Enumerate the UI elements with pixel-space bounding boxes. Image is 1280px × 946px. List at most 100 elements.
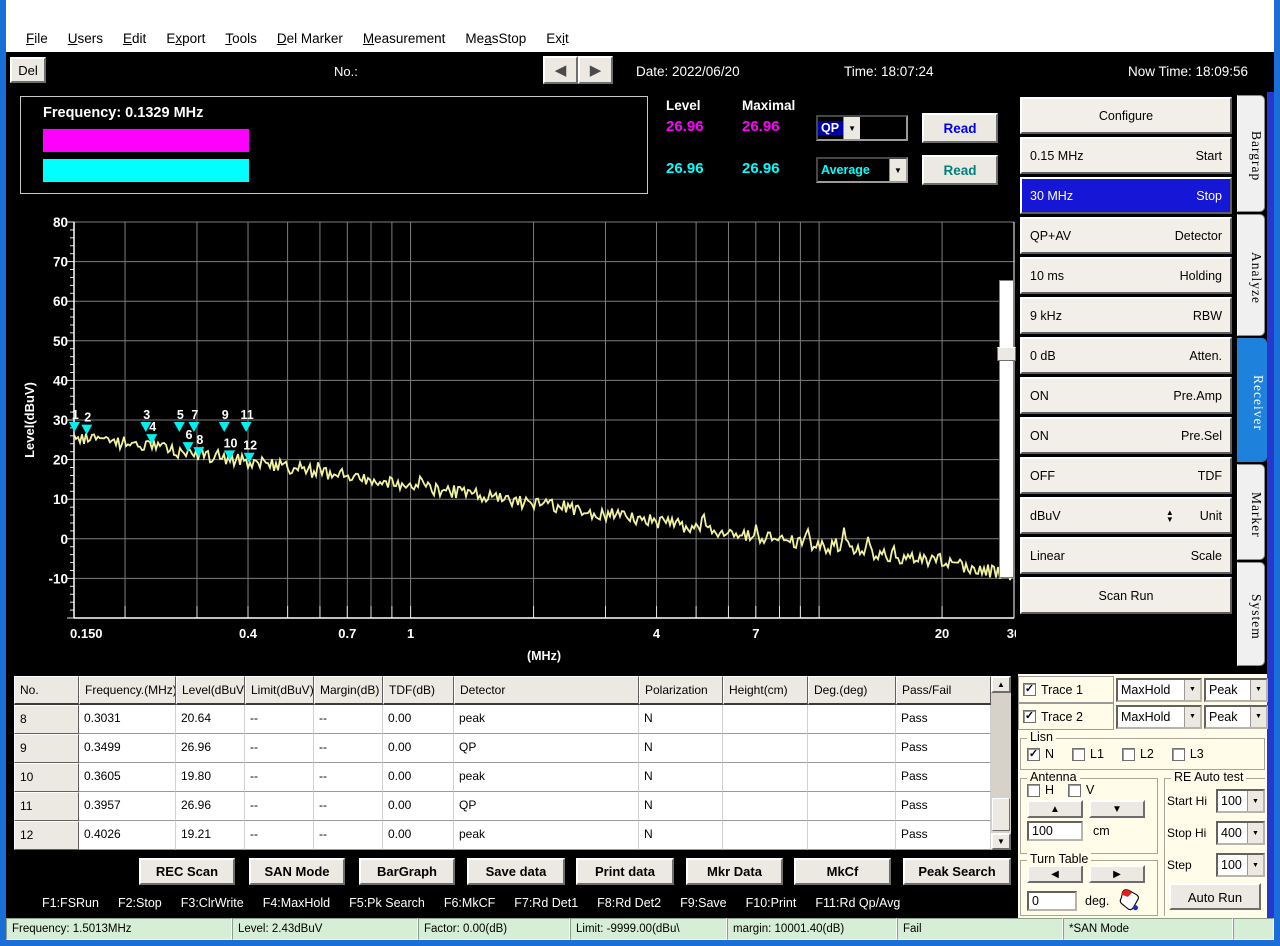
tab-receiver[interactable]: Receiver: [1237, 338, 1267, 462]
table-row[interactable]: 80.303120.64----0.00peakNPass: [14, 705, 1011, 734]
chevron-down-icon[interactable]: ▼: [1247, 823, 1263, 843]
detector-select[interactable]: Average▼: [816, 157, 908, 183]
re-auto-select[interactable]: 400▼: [1216, 821, 1265, 845]
menu-item-users[interactable]: Users: [58, 29, 113, 48]
sidebar-button-tdf[interactable]: OFFTDF: [1020, 457, 1232, 494]
menu-item-del-marker[interactable]: Del Marker: [267, 29, 353, 48]
menu-item-export[interactable]: Export: [156, 29, 215, 48]
table-row[interactable]: 100.360519.80----0.00peakNPass: [14, 763, 1011, 792]
hand-pointer-icon[interactable]: [1117, 886, 1143, 915]
detector-select[interactable]: QP▼: [816, 115, 908, 141]
chevron-down-icon[interactable]: ▼: [1247, 791, 1263, 811]
menu-item-measurement[interactable]: Measurement: [353, 29, 456, 48]
menu-item-file[interactable]: File: [16, 29, 58, 48]
next-record-button[interactable]: ▶: [578, 56, 613, 84]
level-scrollbar-thumb[interactable]: [997, 347, 1016, 361]
tab-analyze[interactable]: Analyze: [1237, 214, 1265, 336]
menu-item-measstop[interactable]: MeasStop: [455, 29, 536, 48]
sidebar-button-scale[interactable]: LinearScale: [1020, 537, 1232, 574]
chevron-down-icon[interactable]: ▼: [1184, 707, 1200, 727]
lisn-l3-checkbox[interactable]: [1172, 748, 1185, 761]
re-auto-select[interactable]: 100▼: [1216, 789, 1265, 813]
lisn-l1[interactable]: L1: [1072, 747, 1104, 761]
tab-bargrap[interactable]: Bargrap: [1237, 95, 1265, 212]
table-scrollbar-thumb[interactable]: [992, 798, 1010, 831]
lisn-n[interactable]: ✓N: [1027, 747, 1054, 761]
sidebar-button-pre-amp[interactable]: ONPre.Amp: [1020, 377, 1232, 414]
antenna-h-checkbox[interactable]: [1027, 784, 1040, 797]
chevron-down-icon[interactable]: ▼: [889, 159, 906, 181]
menu-item-edit[interactable]: Edit: [113, 29, 156, 48]
action-button-peak-search[interactable]: Peak Search: [903, 858, 1011, 885]
sidebar-button-rbw[interactable]: 9 kHzRBW: [1020, 297, 1232, 334]
action-button-mkr-data[interactable]: Mkr Data: [686, 858, 783, 885]
antenna-v[interactable]: V: [1068, 783, 1094, 797]
antenna-h[interactable]: H: [1027, 783, 1054, 797]
auto-run-button[interactable]: Auto Run: [1169, 883, 1261, 910]
sidebar-button-holding[interactable]: 10 msHolding: [1020, 257, 1232, 294]
action-button-save-data[interactable]: Save data: [467, 858, 565, 885]
marker-2[interactable]: 2: [81, 411, 92, 435]
scroll-down-button[interactable]: ▼: [991, 833, 1011, 850]
sidebar-button-detector[interactable]: QP+AVDetector: [1020, 217, 1232, 254]
turn-right-button[interactable]: ▶: [1089, 865, 1145, 883]
trace-toggle[interactable]: ✓Trace 1: [1018, 676, 1114, 703]
re-auto-select[interactable]: 100▼: [1216, 853, 1265, 877]
action-button-mkcf[interactable]: MkCf: [794, 858, 891, 885]
trace-detector-select[interactable]: Peak▼: [1204, 678, 1268, 702]
spinner-down-icon[interactable]: ▼: [1166, 516, 1174, 523]
table-row[interactable]: 120.402619.21----0.00peakNPass: [14, 821, 1011, 850]
tab-marker[interactable]: Marker: [1237, 464, 1265, 560]
sidebar-button-unit[interactable]: dBuV▲▼Unit: [1020, 497, 1232, 534]
trace-mode-select[interactable]: MaxHold▼: [1116, 705, 1202, 729]
del-button[interactable]: Del: [10, 57, 46, 83]
read-button[interactable]: Read: [922, 155, 998, 185]
menu-item-exit[interactable]: Exit: [536, 29, 579, 48]
action-button-rec-scan[interactable]: REC Scan: [139, 858, 235, 885]
level-scrollbar[interactable]: [999, 280, 1014, 578]
antenna-down-button[interactable]: ▼: [1089, 800, 1145, 818]
scroll-up-button[interactable]: ▲: [991, 676, 1011, 693]
marker-6[interactable]: 6: [182, 428, 193, 452]
trace-checkbox[interactable]: ✓: [1023, 683, 1036, 696]
unit-spinner[interactable]: ▲▼: [1166, 509, 1174, 523]
lisn-l2-checkbox[interactable]: [1122, 748, 1135, 761]
action-button-bargraph[interactable]: BarGraph: [359, 858, 455, 885]
action-button-print-data[interactable]: Print data: [576, 858, 674, 885]
sidebar-button-atten-[interactable]: 0 dBAtten.: [1020, 337, 1232, 374]
trace-mode-select[interactable]: MaxHold▼: [1116, 678, 1202, 702]
chevron-down-icon[interactable]: ▼: [843, 117, 860, 139]
chevron-down-icon[interactable]: ▼: [1247, 855, 1263, 875]
turn-angle-input[interactable]: 0: [1027, 891, 1077, 911]
trace-toggle[interactable]: ✓Trace 2: [1018, 703, 1114, 730]
marker-10[interactable]: 10: [224, 436, 238, 460]
table-scrollbar[interactable]: ▲▼: [991, 676, 1011, 850]
chevron-down-icon[interactable]: ▼: [1250, 707, 1266, 727]
table-row[interactable]: 110.395726.96----0.00QPNPass: [14, 792, 1011, 821]
tab-system[interactable]: System: [1237, 562, 1265, 666]
trace-detector-select[interactable]: Peak▼: [1204, 705, 1268, 729]
antenna-height-input[interactable]: 100: [1027, 821, 1083, 841]
menu-item-tools[interactable]: Tools: [215, 29, 267, 48]
prev-record-button[interactable]: ◀: [543, 56, 578, 84]
lisn-n-checkbox[interactable]: ✓: [1027, 748, 1040, 761]
antenna-v-checkbox[interactable]: [1068, 784, 1081, 797]
chevron-down-icon[interactable]: ▼: [1250, 680, 1266, 700]
lisn-l2[interactable]: L2: [1122, 747, 1154, 761]
chevron-down-icon[interactable]: ▼: [1184, 680, 1200, 700]
lisn-l1-checkbox[interactable]: [1072, 748, 1085, 761]
antenna-up-button[interactable]: ▲: [1027, 800, 1083, 818]
table-row[interactable]: 90.349926.96----0.00QPNPass: [14, 734, 1011, 763]
sidebar-button-start[interactable]: 0.15 MHzStart: [1020, 137, 1232, 174]
read-button[interactable]: Read: [922, 113, 998, 143]
turn-left-button[interactable]: ◀: [1027, 865, 1083, 883]
sidebar-button-scan-run[interactable]: Scan Run: [1020, 577, 1232, 614]
sidebar-button-configure[interactable]: Configure: [1020, 97, 1232, 134]
sidebar-button-stop[interactable]: 30 MHzStop: [1020, 177, 1232, 214]
action-button-san-mode[interactable]: SAN Mode: [249, 858, 345, 885]
sidebar-button-pre-sel[interactable]: ONPre.Sel: [1020, 417, 1232, 454]
trace-checkbox[interactable]: ✓: [1023, 710, 1036, 723]
table-cell: --: [314, 705, 383, 734]
marker-11[interactable]: 11: [240, 408, 253, 432]
lisn-l3[interactable]: L3: [1172, 747, 1204, 761]
